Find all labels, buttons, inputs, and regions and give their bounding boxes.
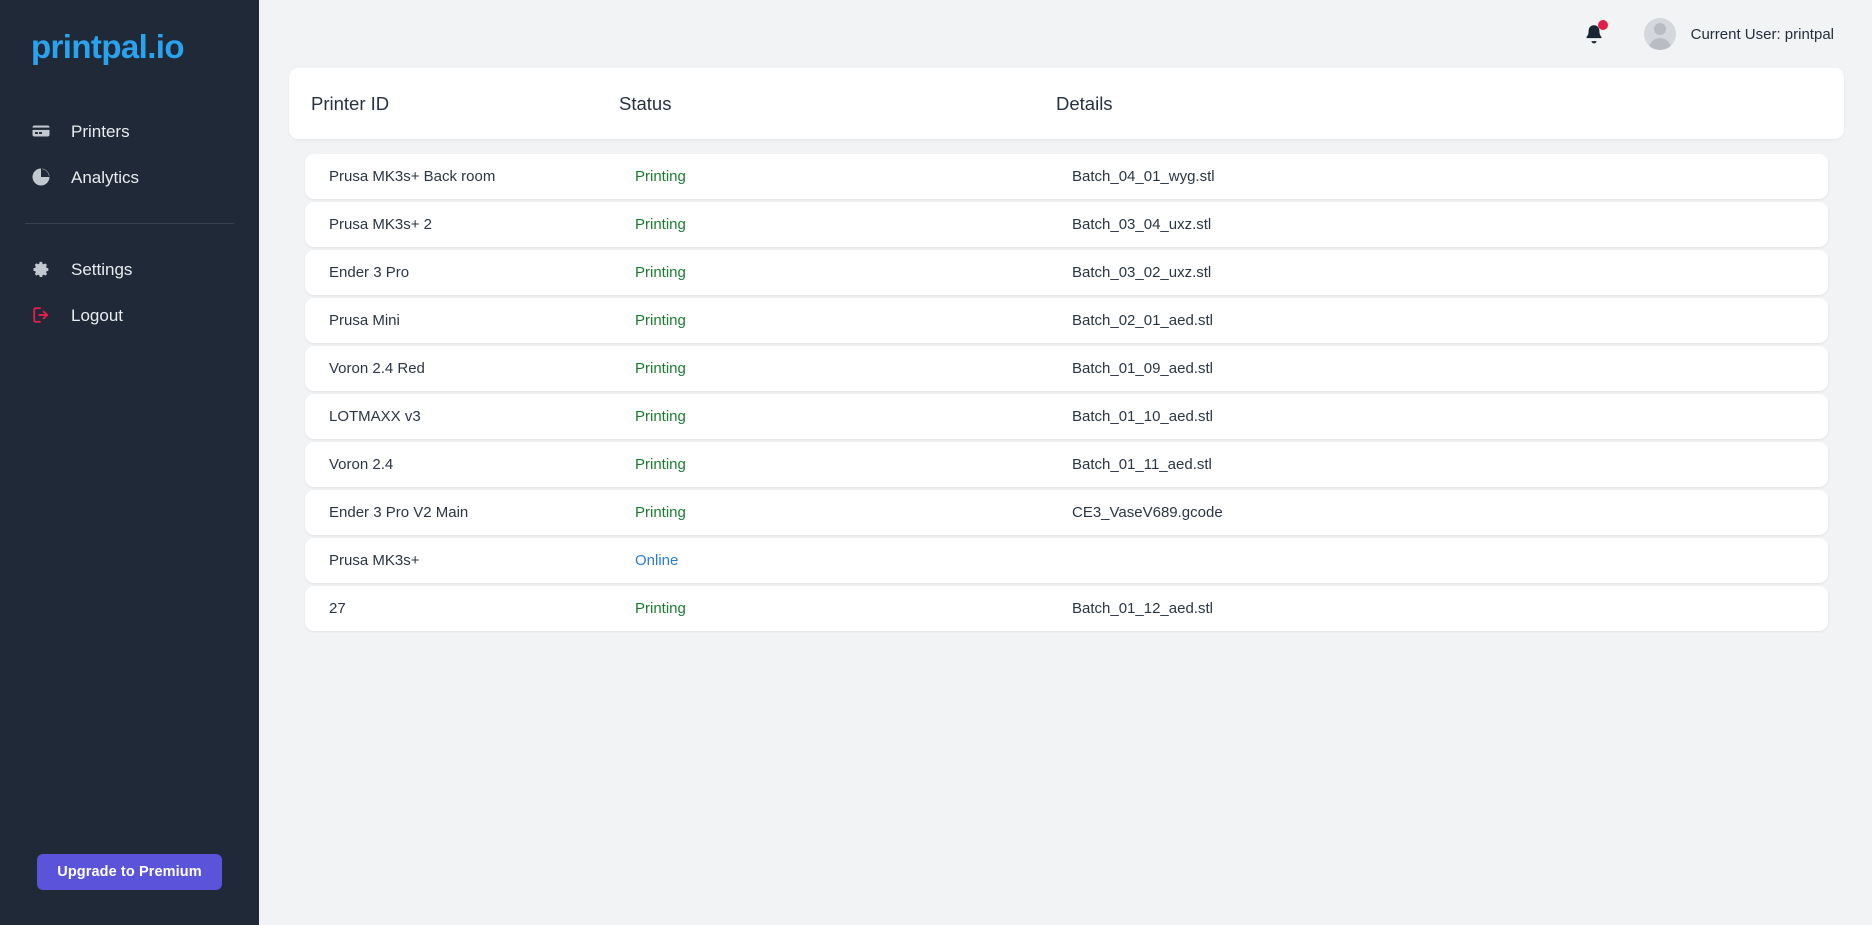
- cell-details: Batch_02_01_aed.stl: [1072, 312, 1213, 329]
- table-header-row: Printer ID Status Details: [289, 68, 1844, 139]
- cell-status: Printing: [635, 456, 686, 473]
- top-bar: Current User: printpal: [259, 0, 1872, 68]
- sidebar-item-settings-label: Settings: [71, 259, 133, 279]
- table-row[interactable]: Voron 2.4 Red Printing Batch_01_09_aed.s…: [305, 346, 1828, 391]
- sidebar: printpal.io Printers Analytics Settings …: [0, 0, 259, 925]
- cell-status: Printing: [635, 600, 686, 617]
- table-row[interactable]: Ender 3 Pro Printing Batch_03_02_uxz.stl: [305, 250, 1828, 295]
- cell-details: Batch_03_04_uxz.stl: [1072, 216, 1212, 233]
- sidebar-item-printers-label: Printers: [71, 121, 130, 141]
- cell-status: Printing: [635, 360, 686, 377]
- cell-printer-id: Ender 3 Pro V2 Main: [329, 504, 469, 521]
- printers-table: Printer ID Status Details Prusa MK3s+ Ba…: [259, 68, 1872, 631]
- cell-details: CE3_VaseV689.gcode: [1072, 504, 1223, 521]
- main-content: Current User: printpal Printer ID Status…: [259, 0, 1872, 925]
- cell-printer-id: Prusa MK3s+ 2: [329, 216, 432, 233]
- avatar[interactable]: [1643, 18, 1676, 50]
- sidebar-item-logout-label: Logout: [71, 305, 123, 325]
- cell-status: Online: [635, 552, 679, 569]
- notification-badge: [1597, 20, 1608, 30]
- avatar-head: [1653, 23, 1666, 35]
- cell-details: Batch_01_09_aed.stl: [1072, 360, 1213, 377]
- cell-printer-id: Prusa MK3s+: [329, 552, 420, 569]
- cell-details: Batch_01_10_aed.stl: [1072, 408, 1213, 425]
- table-row[interactable]: Prusa MK3s+ Online: [305, 538, 1828, 583]
- table-row[interactable]: Ender 3 Pro V2 Main Printing CE3_VaseV68…: [305, 490, 1828, 535]
- cell-status: Printing: [635, 408, 686, 425]
- cell-printer-id: Prusa Mini: [329, 312, 400, 329]
- table-row[interactable]: Voron 2.4 Printing Batch_01_11_aed.stl: [305, 442, 1828, 487]
- app-root: printpal.io Printers Analytics Settings …: [0, 0, 1872, 925]
- sidebar-item-logout[interactable]: Logout: [0, 292, 259, 338]
- current-user-label: Current User: printpal: [1690, 25, 1834, 43]
- table-row[interactable]: LOTMAXX v3 Printing Batch_01_10_aed.stl: [305, 394, 1828, 439]
- brand-logo[interactable]: printpal.io: [0, 23, 259, 71]
- gear-icon: [31, 259, 51, 279]
- table-row[interactable]: 27 Printing Batch_01_12_aed.stl: [305, 586, 1828, 631]
- column-header-details: Details: [1056, 92, 1113, 114]
- table-body: Prusa MK3s+ Back room Printing Batch_04_…: [273, 154, 1858, 631]
- cell-status: Printing: [635, 504, 686, 521]
- sidebar-nav-secondary: Settings Logout: [0, 246, 259, 338]
- cell-details: Batch_01_12_aed.stl: [1072, 600, 1213, 617]
- cell-printer-id: Voron 2.4 Red: [329, 360, 425, 377]
- column-header-printer-id: Printer ID: [311, 92, 390, 114]
- cell-printer-id: Ender 3 Pro: [329, 264, 410, 281]
- logout-icon: [31, 305, 51, 325]
- sidebar-item-settings[interactable]: Settings: [0, 246, 259, 292]
- table-row[interactable]: Prusa Mini Printing Batch_02_01_aed.stl: [305, 298, 1828, 343]
- cell-status: Printing: [635, 168, 686, 185]
- cell-status: Printing: [635, 312, 686, 329]
- pie-chart-icon: [31, 167, 51, 187]
- sidebar-nav-primary: Printers Analytics: [0, 108, 259, 200]
- sidebar-item-analytics-label: Analytics: [71, 167, 140, 187]
- sidebar-divider: [25, 223, 234, 224]
- column-header-status: Status: [619, 92, 672, 114]
- cell-printer-id: Prusa MK3s+ Back room: [329, 168, 496, 185]
- cell-details: Batch_04_01_wyg.stl: [1072, 168, 1215, 185]
- cell-printer-id: Voron 2.4: [329, 456, 394, 473]
- upgrade-to-premium-button[interactable]: Upgrade to Premium: [37, 854, 222, 890]
- table-row[interactable]: Prusa MK3s+ Back room Printing Batch_04_…: [305, 154, 1828, 199]
- cell-printer-id: LOTMAXX v3: [329, 408, 421, 425]
- cell-status: Printing: [635, 264, 686, 281]
- printer-icon: [31, 121, 51, 141]
- cell-printer-id: 27: [329, 600, 346, 617]
- notifications-button[interactable]: [1581, 20, 1608, 48]
- cell-status: Printing: [635, 216, 686, 233]
- sidebar-item-analytics[interactable]: Analytics: [0, 154, 259, 200]
- upgrade-section: Upgrade to Premium: [0, 854, 259, 925]
- table-row[interactable]: Prusa MK3s+ 2 Printing Batch_03_04_uxz.s…: [305, 202, 1828, 247]
- avatar-body: [1648, 38, 1671, 50]
- cell-details: Batch_03_02_uxz.stl: [1072, 264, 1212, 281]
- sidebar-item-printers[interactable]: Printers: [0, 108, 259, 154]
- cell-details: Batch_01_11_aed.stl: [1072, 456, 1212, 473]
